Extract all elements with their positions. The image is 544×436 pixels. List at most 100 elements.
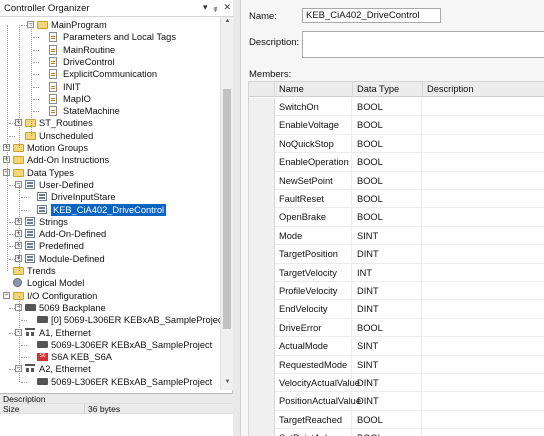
tree-item[interactable]: 5069-L306ER KEBxAB_SampleProject xyxy=(0,339,220,351)
member-name-cell[interactable]: ProfileVelocity xyxy=(275,282,352,301)
member-name-cell[interactable]: TargetVelocity xyxy=(275,263,352,282)
tree-item[interactable]: − I/O Configuration xyxy=(0,290,220,302)
row-header[interactable] xyxy=(249,171,275,190)
member-row[interactable]: ActualMode SINT xyxy=(249,337,544,356)
tree-item[interactable]: [0] 5069-L306ER KEBxAB_SampleProject xyxy=(0,314,220,326)
name-field[interactable]: KEB_CiA402_DriveControl xyxy=(302,8,441,23)
row-header[interactable] xyxy=(249,355,275,374)
member-type-cell[interactable]: BOOL xyxy=(353,190,422,209)
member-row[interactable]: EnableOperation BOOL xyxy=(249,153,544,172)
tree-item[interactable]: − A1, Ethernet xyxy=(0,327,220,339)
row-header[interactable] xyxy=(249,429,275,436)
member-description-cell[interactable] xyxy=(423,264,544,282)
member-description-cell[interactable] xyxy=(423,153,544,171)
column-header-data-type[interactable]: Data Type xyxy=(353,82,423,97)
tree-item[interactable]: StateMachine xyxy=(0,105,220,117)
member-row[interactable]: NoQuickStop BOOL xyxy=(249,134,544,154)
member-type-cell[interactable]: BOOL xyxy=(353,410,422,430)
tree-item[interactable]: + Motion Groups xyxy=(0,142,220,154)
tree-item[interactable]: INIT xyxy=(0,81,220,93)
row-header[interactable] xyxy=(249,318,275,338)
row-header[interactable] xyxy=(249,410,275,430)
tree-item[interactable]: 5069-L306ER KEBxAB_SampleProject xyxy=(0,376,220,388)
row-header[interactable] xyxy=(249,208,275,227)
tree-item[interactable]: + Add-On Instructions xyxy=(0,154,220,166)
member-row[interactable]: EndVelocity DINT xyxy=(249,300,544,319)
tree-scrollbar[interactable]: ▲ ▼ xyxy=(220,17,233,390)
tree-item[interactable]: DriveControl xyxy=(0,56,220,68)
member-name-cell[interactable]: SwitchOn xyxy=(275,98,352,117)
member-row[interactable]: Mode SINT xyxy=(249,226,544,246)
member-type-cell[interactable]: DINT xyxy=(353,300,422,319)
tree-item[interactable]: MainRoutine xyxy=(0,44,220,56)
member-type-cell[interactable]: SINT xyxy=(353,226,422,246)
row-header[interactable] xyxy=(249,134,275,154)
member-row[interactable]: TargetReached BOOL xyxy=(249,410,544,430)
member-name-cell[interactable]: PositionActualValue xyxy=(275,392,361,411)
member-type-cell[interactable]: SINT xyxy=(353,355,422,374)
member-description-cell[interactable] xyxy=(423,337,544,355)
member-row[interactable]: FaultReset BOOL xyxy=(249,190,544,209)
member-type-cell[interactable]: BOOL xyxy=(353,116,422,135)
member-row[interactable]: ProfileVelocity DINT xyxy=(249,282,544,301)
member-name-cell[interactable]: NoQuickStop xyxy=(275,134,352,154)
member-type-cell[interactable]: BOOL xyxy=(353,318,422,338)
member-type-cell[interactable]: BOOL xyxy=(353,208,422,227)
member-row[interactable]: PositionActualValue DINT xyxy=(249,392,544,411)
tree-item[interactable]: Logical Model xyxy=(0,277,220,289)
row-header[interactable] xyxy=(249,263,275,282)
tree-item[interactable]: − A2, Ethernet xyxy=(0,363,220,375)
member-row[interactable]: VelocityActualValue DINT xyxy=(249,374,544,393)
tree-item[interactable]: + Strings xyxy=(0,216,220,228)
tree-item[interactable]: KEB_CiA402_DriveControl xyxy=(0,203,220,216)
scrollbar-thumb[interactable] xyxy=(223,89,231,329)
member-description-cell[interactable] xyxy=(423,282,544,300)
dropdown-icon[interactable]: ▾ xyxy=(203,2,208,13)
member-row[interactable]: TargetPosition DINT xyxy=(249,245,544,264)
member-description-cell[interactable] xyxy=(423,98,544,116)
row-header[interactable] xyxy=(249,153,275,172)
column-header-name[interactable]: Name xyxy=(275,82,353,97)
pin-icon[interactable]: ᵩ xyxy=(213,2,217,13)
member-row[interactable]: NewSetPoint BOOL xyxy=(249,171,544,190)
row-header[interactable] xyxy=(249,374,275,393)
member-name-cell[interactable]: EndVelocity xyxy=(275,300,352,319)
member-row[interactable]: OpenBrake BOOL xyxy=(249,208,544,227)
tree-item[interactable]: − User-Defined xyxy=(0,179,220,191)
member-name-cell[interactable]: TargetReached xyxy=(275,410,352,430)
member-name-cell[interactable]: TargetPosition xyxy=(275,245,352,264)
member-name-cell[interactable]: ActualMode xyxy=(275,337,352,356)
scroll-up-icon[interactable]: ▲ xyxy=(223,18,232,28)
member-type-cell[interactable]: DINT xyxy=(353,282,422,301)
scroll-down-icon[interactable]: ▼ xyxy=(223,379,232,389)
row-header[interactable] xyxy=(249,116,275,135)
row-header[interactable] xyxy=(249,337,275,356)
tree-item[interactable]: + Predefined xyxy=(0,240,220,252)
tree-item[interactable]: DriveInputStare xyxy=(0,191,220,203)
member-description-cell[interactable] xyxy=(423,135,544,153)
column-header-description[interactable]: Description xyxy=(423,82,544,97)
member-name-cell[interactable]: EnableVoltage xyxy=(275,116,352,135)
member-name-cell[interactable]: OpenBrake xyxy=(275,208,352,227)
row-header[interactable] xyxy=(249,226,275,246)
tree-item[interactable]: − Data Types xyxy=(0,167,220,179)
member-description-cell[interactable] xyxy=(423,208,544,226)
tree-item[interactable]: ExplicitCommunication xyxy=(0,68,220,80)
tree-item[interactable]: S6 S6A KEB_S6A xyxy=(0,351,220,363)
member-type-cell[interactable]: INT xyxy=(353,263,422,282)
member-description-cell[interactable] xyxy=(423,190,544,208)
member-description-cell[interactable] xyxy=(423,356,544,374)
member-description-cell[interactable] xyxy=(423,227,544,245)
row-header[interactable] xyxy=(249,245,275,264)
tree-item[interactable]: + ST_Routines xyxy=(0,117,220,129)
member-description-cell[interactable] xyxy=(423,172,544,190)
member-type-cell[interactable]: BOOL xyxy=(353,98,422,117)
collapse-icon[interactable]: − xyxy=(3,291,10,299)
member-name-cell[interactable]: DriveError xyxy=(275,318,352,338)
member-description-cell[interactable] xyxy=(423,245,544,263)
member-row[interactable]: EnableVoltage BOOL xyxy=(249,116,544,135)
row-header[interactable] xyxy=(249,282,275,301)
member-type-cell[interactable]: BOOL xyxy=(353,153,422,172)
member-name-cell[interactable]: VelocityActualValue xyxy=(275,374,360,393)
member-row[interactable]: SwitchOn BOOL xyxy=(249,98,544,117)
